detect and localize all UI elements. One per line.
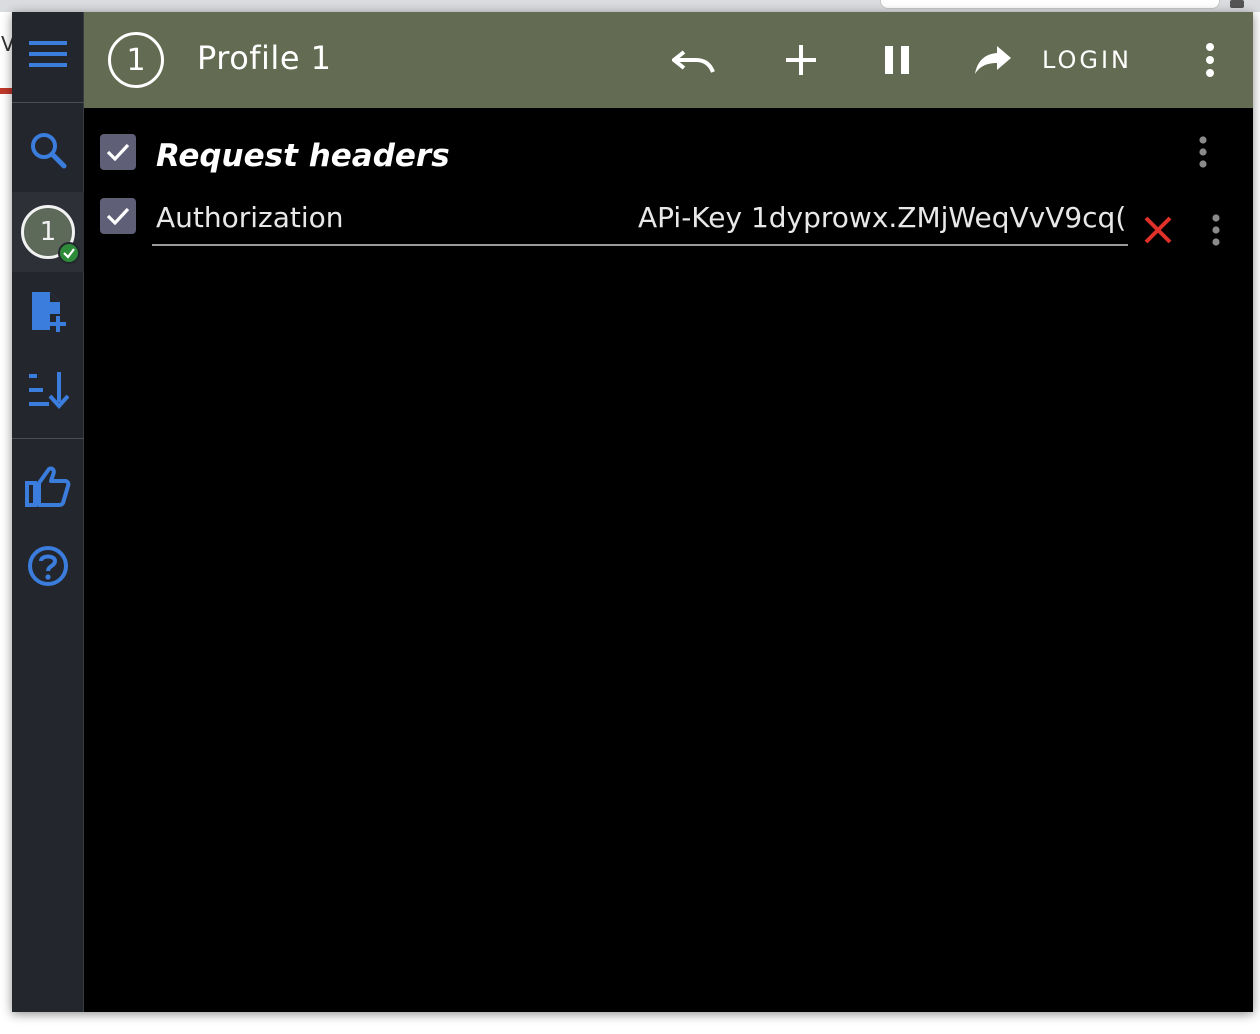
profile-number: 1 (126, 42, 146, 78)
search-button[interactable] (12, 118, 84, 182)
kebab-menu-icon (1199, 136, 1207, 168)
header-name-input[interactable]: Authorization (156, 200, 344, 236)
sort-icon (27, 370, 69, 410)
profile-badge-number: 1 (39, 217, 57, 247)
plus-icon (785, 44, 817, 76)
header-value-input[interactable]: APi-Key 1dyprowx.ZMjWeqVvV9cq( (638, 200, 1128, 240)
delete-header-button[interactable] (1138, 210, 1178, 250)
section-enabled-checkbox[interactable] (100, 134, 136, 170)
share-arrow-icon (973, 44, 1013, 76)
checkmark-icon (106, 206, 130, 226)
browser-omnibox (880, 0, 1220, 9)
more-options-button[interactable] (1186, 36, 1234, 84)
share-button[interactable] (969, 36, 1017, 84)
topbar: 1 Profile 1 LOGIN (84, 12, 1253, 108)
sidebar-divider (12, 438, 84, 439)
rate-button[interactable] (12, 454, 84, 518)
menu-button[interactable] (12, 24, 84, 84)
add-file-icon (28, 290, 68, 334)
profile-name[interactable]: Profile 1 (197, 38, 332, 78)
menu-icon (29, 39, 67, 69)
undo-icon (672, 46, 716, 74)
section-more-button[interactable] (1191, 132, 1215, 172)
profile-badge: 1 (21, 205, 80, 264)
add-profile-button[interactable] (12, 280, 84, 344)
sidebar: 1 (12, 12, 84, 1012)
kebab-menu-icon (1212, 214, 1220, 246)
extension-popup: 1 1 Profile 1 LOGIN Request headers Auth… (12, 12, 1253, 1012)
pause-button[interactable] (873, 36, 921, 84)
help-button[interactable] (12, 534, 84, 598)
search-icon (29, 131, 67, 169)
sidebar-item-profile-1[interactable]: 1 (12, 192, 84, 272)
login-button[interactable]: LOGIN (1032, 40, 1142, 80)
active-check-icon (58, 242, 80, 264)
section-title: Request headers (156, 138, 450, 174)
sort-button[interactable] (12, 358, 84, 422)
pause-icon (883, 44, 911, 76)
help-icon (27, 545, 69, 587)
background-accent-bar (0, 88, 12, 94)
profile-number-circle: 1 (108, 32, 164, 88)
header-more-button[interactable] (1204, 210, 1228, 250)
close-icon (1143, 215, 1173, 245)
add-header-button[interactable] (777, 36, 825, 84)
undo-button[interactable] (670, 36, 718, 84)
sidebar-divider (12, 102, 84, 103)
header-enabled-checkbox[interactable] (100, 198, 136, 234)
header-row: Authorization APi-Key 1dyprowx.ZMjWeqVvV… (152, 196, 1128, 246)
checkmark-icon (106, 142, 130, 162)
browser-scroll-indicator (1230, 0, 1244, 8)
thumbs-up-icon (25, 465, 71, 507)
content-area: Request headers Authorization APi-Key 1d… (84, 108, 1253, 1012)
kebab-menu-icon (1205, 43, 1215, 77)
